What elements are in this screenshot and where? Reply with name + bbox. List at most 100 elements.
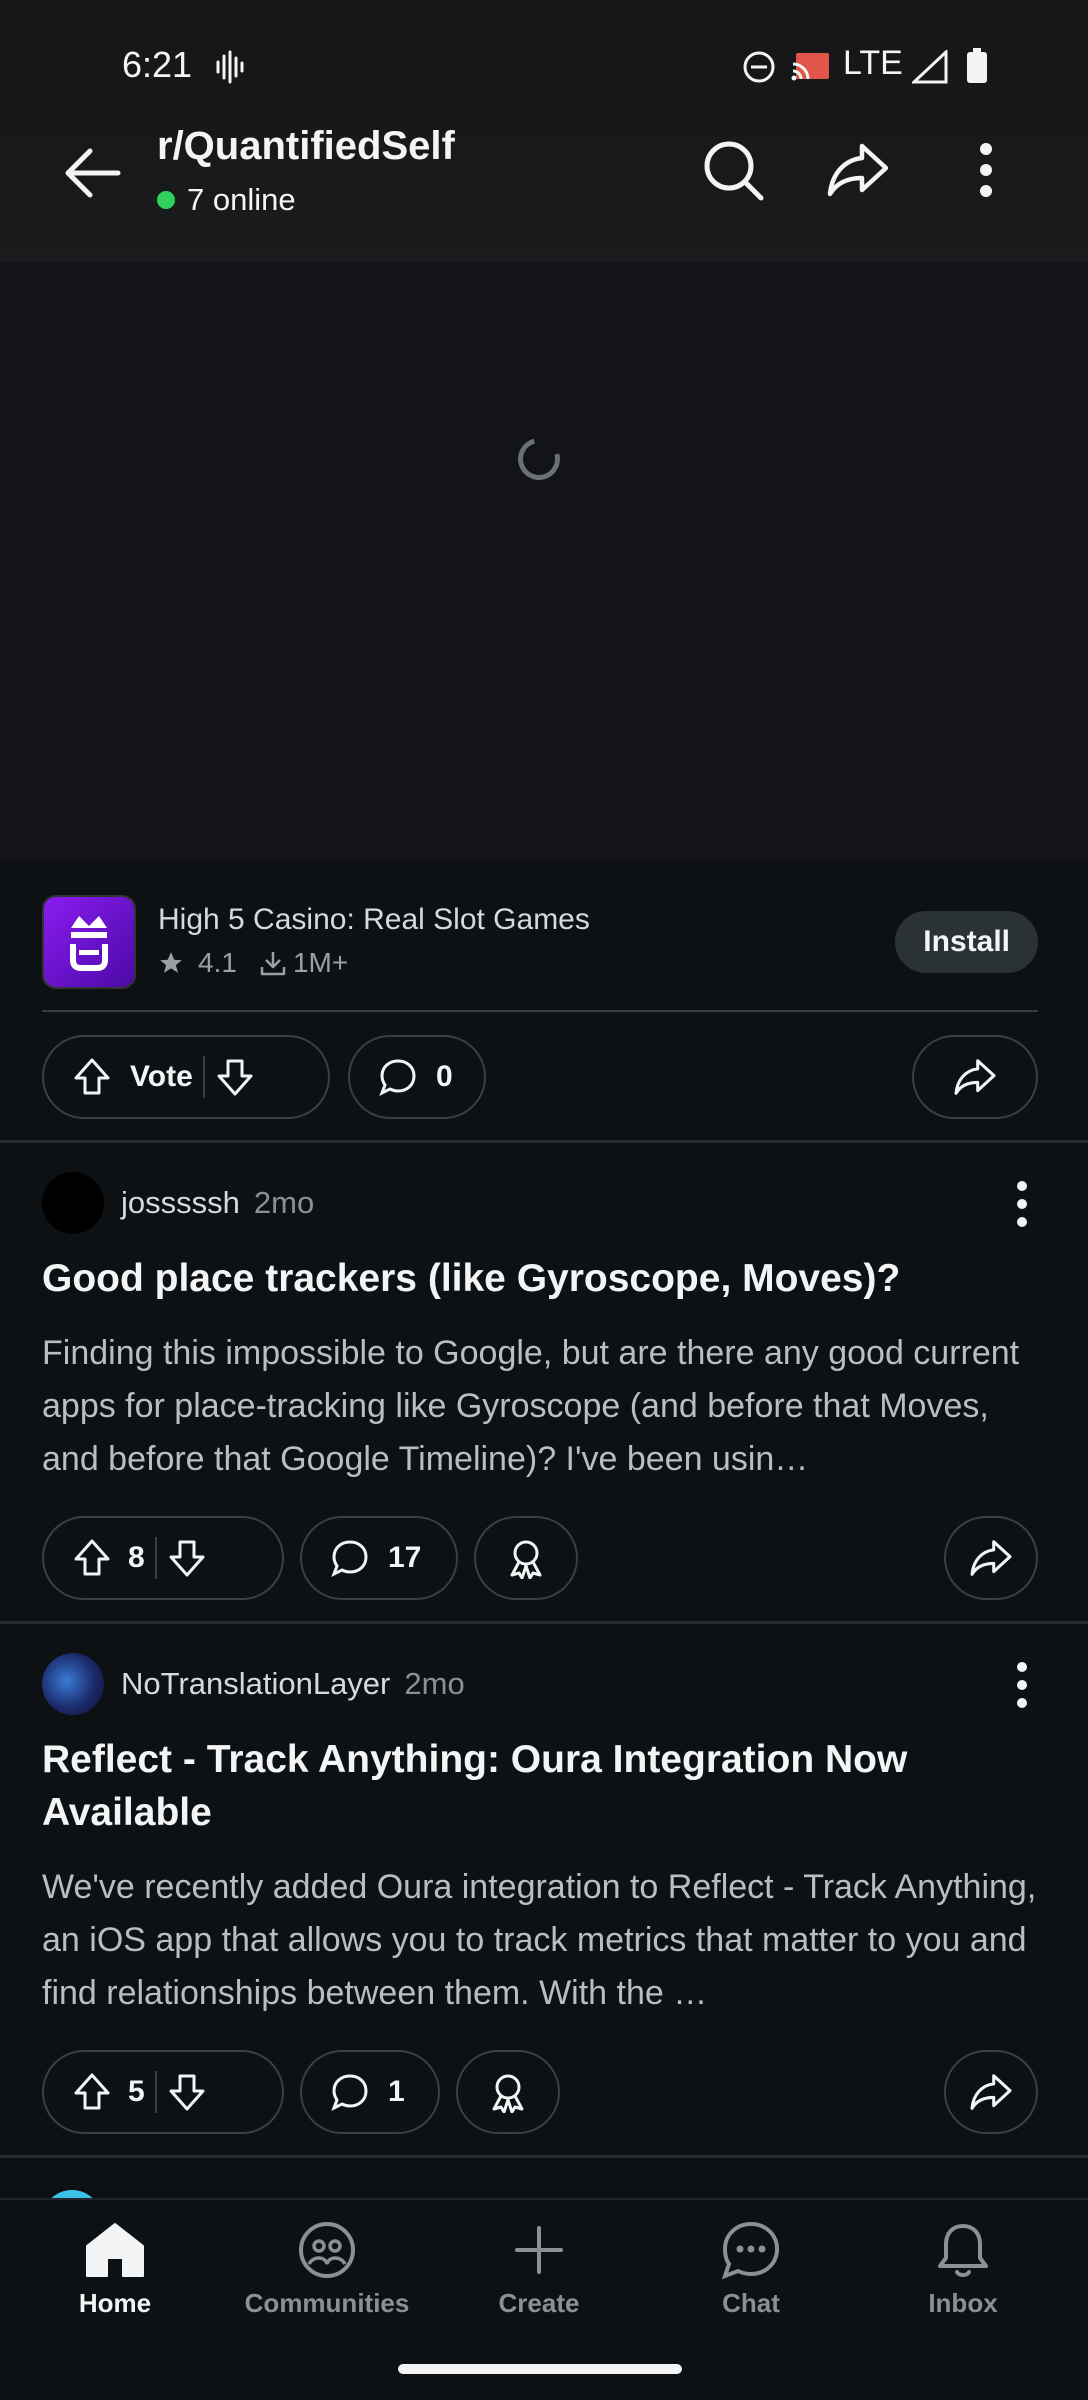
app-rating: 4.1 (198, 947, 237, 978)
comment-icon (379, 1059, 416, 1097)
status-time: 6:21 (122, 44, 193, 85)
downvote-icon (169, 1540, 205, 1577)
divider (42, 1010, 1038, 1012)
post-body[interactable]: Finding this impossible to Google, but a… (42, 1327, 1042, 1486)
nav-inbox[interactable]: Inbox (863, 2220, 1063, 2319)
share-icon (970, 2074, 1012, 2110)
nav-create[interactable]: Create (439, 2220, 639, 2319)
search-button[interactable] (695, 132, 771, 208)
downvote-button[interactable] (167, 1538, 207, 1578)
nav-communities[interactable]: Communities (227, 2220, 427, 2319)
avatar[interactable] (42, 1653, 104, 1715)
download-icon (260, 952, 286, 976)
network-type: LTE (843, 44, 903, 82)
divider (0, 2155, 1088, 2158)
app-meta: 4.1 1M+ (158, 947, 348, 979)
upvote-button[interactable] (72, 1538, 112, 1578)
post-title[interactable]: Reflect - Track Anything: Oura Integrati… (42, 1733, 1042, 1839)
share-post-button[interactable] (912, 1035, 1038, 1119)
upvote-button[interactable] (72, 2072, 112, 2112)
post-author-line: josssssh 2mo (121, 1185, 314, 1221)
chat-icon (721, 2221, 780, 2280)
plus-icon (515, 2226, 563, 2274)
online-label: 7 online (187, 182, 296, 217)
kebab-menu-icon[interactable] (1012, 1661, 1032, 1709)
post-time: 2mo (404, 1666, 465, 1701)
vote-count: 8 (128, 1541, 145, 1574)
share-icon (954, 1059, 996, 1095)
share-post-button[interactable] (944, 2050, 1038, 2134)
vibrate-icon (216, 50, 244, 84)
award-icon (492, 2074, 524, 2113)
award-button[interactable] (456, 2050, 560, 2134)
communities-icon (299, 2222, 355, 2278)
vote-label: Vote (130, 1060, 193, 1093)
vote-pill: 5 (42, 2050, 284, 2134)
app-name: High 5 Casino: Real Slot Games (158, 903, 590, 936)
signal-icon (912, 50, 948, 84)
bell-icon (938, 2224, 988, 2277)
home-icon (86, 2223, 144, 2277)
comments-button[interactable]: 1 (300, 2050, 440, 2134)
vote-pill: 8 (42, 1516, 284, 1600)
post-body[interactable]: We've recently added Oura integration to… (42, 1861, 1042, 2020)
install-button[interactable]: Install (895, 911, 1038, 973)
nav-label: Chat (722, 2288, 780, 2318)
status-bar: 6:21 LTE (0, 0, 1088, 135)
subreddit-header: r/QuantifiedSelf 7 online (0, 118, 1088, 258)
comment-icon (331, 1540, 368, 1578)
post-title[interactable]: Good place trackers (like Gyroscope, Mov… (42, 1252, 1042, 1305)
comment-count: 1 (388, 2075, 405, 2108)
nav-home[interactable]: Home (15, 2220, 215, 2319)
more-options-button[interactable] (948, 132, 1024, 208)
comment-count: 0 (436, 1060, 453, 1093)
award-icon (510, 1540, 542, 1579)
downvote-icon (169, 2074, 205, 2111)
star-icon (160, 952, 182, 973)
ad-media-placeholder[interactable] (0, 262, 1088, 862)
gesture-handle[interactable] (398, 2364, 682, 2374)
ad-app-row[interactable]: High 5 Casino: Real Slot Games 4.1 1M+ I… (0, 885, 1088, 995)
app-logo-icon (42, 895, 136, 989)
upvote-button[interactable] (72, 1057, 112, 1097)
dnd-icon (743, 51, 775, 83)
comments-button[interactable]: 17 (300, 1516, 458, 1600)
nav-label: Home (78, 2288, 152, 2318)
downvote-icon (217, 1059, 253, 1096)
divider (0, 1621, 1088, 1624)
online-count: 7 online (157, 182, 296, 218)
downvote-button[interactable] (167, 2072, 207, 2112)
kebab-menu-icon (980, 143, 992, 197)
online-dot-icon (157, 191, 175, 209)
vote-count: 5 (128, 2075, 145, 2108)
downvote-button[interactable] (215, 1057, 255, 1097)
post-time: 2mo (253, 1185, 315, 1220)
nav-label: Inbox (928, 2288, 998, 2318)
search-icon (704, 141, 764, 201)
share-post-button[interactable] (944, 1516, 1038, 1600)
share-icon (827, 143, 889, 197)
comments-button[interactable]: 0 (348, 1035, 486, 1119)
app-downloads: 1M+ (292, 947, 349, 978)
post-author[interactable]: NoTranslationLayer (121, 1666, 390, 1701)
vote-pill: Vote (42, 1035, 330, 1119)
nav-label: Create (498, 2288, 580, 2318)
back-arrow-icon[interactable] (60, 138, 130, 208)
award-button[interactable] (474, 1516, 578, 1600)
post-author[interactable]: josssssh (121, 1185, 240, 1220)
battery-icon (967, 48, 987, 83)
share-button[interactable] (820, 132, 896, 208)
comment-count: 17 (388, 1541, 422, 1574)
cast-icon (791, 53, 829, 81)
nav-chat[interactable]: Chat (651, 2220, 851, 2319)
avatar[interactable] (42, 1172, 104, 1234)
upvote-icon (74, 1058, 110, 1095)
nav-label: Communities (244, 2288, 410, 2318)
post-author-line: NoTranslationLayer 2mo (121, 1666, 465, 1702)
divider (0, 1140, 1088, 1143)
kebab-menu-icon[interactable] (1012, 1180, 1032, 1228)
share-icon (970, 1540, 1012, 1576)
upvote-icon (74, 2073, 110, 2110)
comment-icon (331, 2074, 368, 2112)
page-title[interactable]: r/QuantifiedSelf (157, 124, 455, 169)
